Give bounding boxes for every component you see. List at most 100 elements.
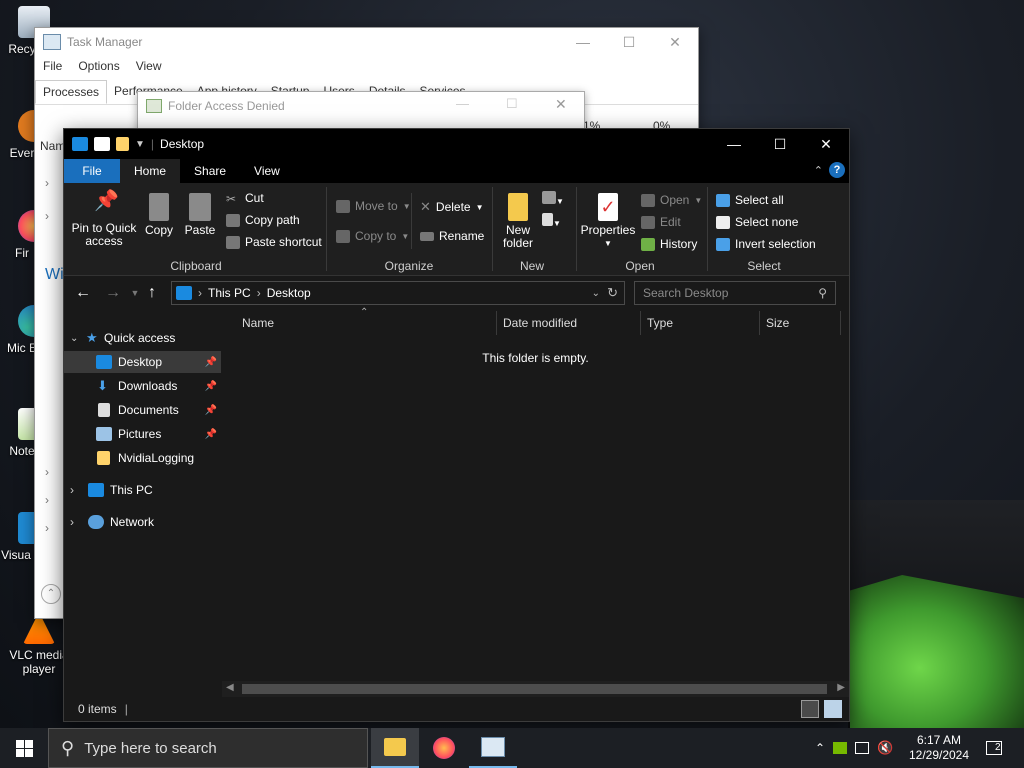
column-header-name[interactable]: Name	[242, 311, 274, 335]
pin-icon[interactable]: 📌	[205, 405, 217, 416]
easy-access-button[interactable]: ▼	[542, 213, 561, 229]
column-header-type[interactable]: Type	[647, 311, 673, 335]
expand-chevron-icon[interactable]: ›	[70, 515, 82, 529]
explorer-close-button[interactable]: ✕	[803, 129, 849, 159]
nav-pictures[interactable]: Pictures 📌	[64, 423, 221, 445]
rename-button[interactable]: Rename	[420, 229, 484, 243]
task-manager-maximize-button[interactable]: ☐	[606, 28, 652, 56]
select-none-button[interactable]: Select none	[716, 215, 798, 229]
start-button[interactable]	[0, 728, 48, 768]
select-all-button[interactable]: Select all	[716, 193, 784, 207]
column-divider[interactable]	[640, 311, 641, 335]
new-folder-button[interactable]: New folder	[496, 193, 540, 250]
paste-button[interactable]: Paste	[182, 193, 218, 237]
nav-network[interactable]: › Network	[64, 511, 221, 533]
tm-expand-chevron-icon[interactable]: ›	[45, 465, 49, 479]
network-icon[interactable]	[855, 742, 870, 754]
details-view-icon[interactable]	[801, 700, 819, 718]
column-divider[interactable]	[840, 311, 841, 335]
ribbon-collapse-chevron-icon[interactable]: ⌃	[814, 164, 823, 177]
nav-quick-access[interactable]: ⌄ ★ Quick access	[64, 327, 221, 349]
horizontal-scrollbar[interactable]: ◀ ▶	[222, 681, 849, 697]
volume-muted-icon[interactable]: 🔇	[877, 740, 893, 756]
ribbon-tab-file[interactable]: File	[64, 159, 120, 183]
recent-locations-chevron-icon[interactable]: ▼	[128, 288, 142, 298]
nav-desktop[interactable]: Desktop 📌	[64, 351, 221, 373]
scroll-right-icon[interactable]: ▶	[837, 682, 845, 693]
pin-to-quick-access-button[interactable]: 📌 Pin to Quick access	[68, 191, 140, 248]
nav-downloads[interactable]: ⬇ Downloads 📌	[64, 375, 221, 397]
tm-menu-file[interactable]: File	[43, 59, 62, 73]
tm-expand-chevron-icon[interactable]: ›	[45, 521, 49, 535]
column-header-date-modified[interactable]: Date modified	[503, 311, 577, 335]
ribbon-tab-view[interactable]: View	[240, 159, 294, 183]
expand-chevron-icon[interactable]: ›	[70, 483, 82, 497]
tm-expand-chevron-icon[interactable]: ›	[45, 209, 49, 223]
collapse-chevron-icon[interactable]: ⌄	[70, 333, 82, 344]
taskbar-firefox[interactable]	[420, 728, 468, 768]
copy-to-button[interactable]: Copy to ▼	[336, 229, 409, 243]
taskbar-file-explorer[interactable]	[371, 728, 419, 768]
nav-this-pc[interactable]: › This PC	[64, 479, 221, 501]
copy-path-button[interactable]: Copy path	[226, 213, 300, 227]
open-button[interactable]: Open ▼	[641, 193, 702, 207]
task-manager-close-button[interactable]: ✕	[652, 28, 698, 56]
tm-menu-view[interactable]: View	[136, 59, 162, 73]
taskbar-task-manager[interactable]	[469, 728, 517, 768]
nav-documents[interactable]: Documents 📌	[64, 399, 221, 421]
pin-icon[interactable]: 📌	[205, 357, 217, 368]
task-manager-minimize-button[interactable]: —	[560, 28, 606, 56]
breadcrumb-desktop[interactable]: Desktop	[267, 286, 311, 300]
pin-icon[interactable]: 📌	[205, 429, 217, 440]
fad-close-button[interactable]: ✕	[555, 96, 567, 113]
forward-arrow-icon[interactable]: →	[98, 284, 128, 302]
history-button[interactable]: History	[641, 237, 697, 251]
tm-column-name[interactable]: Nam	[40, 139, 65, 153]
tm-expand-chevron-icon[interactable]: ›	[45, 176, 49, 190]
fad-minimize-button[interactable]: —	[456, 96, 469, 111]
address-history-chevron-icon[interactable]: ⌄	[592, 288, 600, 299]
cut-button[interactable]: ✂ Cut	[226, 191, 264, 206]
column-divider[interactable]	[759, 311, 760, 335]
ribbon-tab-home[interactable]: Home	[120, 159, 181, 183]
breadcrumb-this-pc[interactable]: This PC	[208, 286, 251, 300]
move-to-button[interactable]: Move to ▼	[336, 199, 411, 213]
address-bar[interactable]: › This PC › Desktop ⌄ ↻	[171, 281, 625, 305]
search-input[interactable]: Search Desktop	[643, 286, 728, 300]
new-folder-quick-icon[interactable]	[116, 137, 129, 151]
up-arrow-icon[interactable]: ↑	[142, 284, 162, 302]
clock[interactable]: 6:17 AM 12/29/2024	[906, 728, 972, 768]
nvidia-icon[interactable]	[833, 742, 848, 754]
column-divider[interactable]	[496, 311, 497, 335]
pin-icon[interactable]: 📌	[205, 381, 217, 392]
back-arrow-icon[interactable]: ←	[68, 284, 98, 302]
tm-tab-processes[interactable]: Processes	[35, 80, 108, 104]
properties-quick-icon[interactable]	[94, 137, 110, 151]
help-icon[interactable]: ?	[829, 162, 845, 178]
delete-button[interactable]: ✕ Delete ▼	[420, 199, 484, 215]
file-list[interactable]: ⌃ Name Date modified Type Size This fold…	[222, 307, 849, 681]
scroll-left-icon[interactable]: ◀	[226, 682, 234, 693]
search-box[interactable]: Search Desktop ⚲	[634, 281, 836, 305]
horizontal-scrollbar-thumb[interactable]	[242, 684, 827, 694]
properties-button[interactable]: ✓ Properties ▼	[578, 193, 638, 250]
taskbar-search-input[interactable]: Type here to search	[84, 740, 217, 757]
explorer-minimize-button[interactable]: —	[711, 129, 757, 159]
edit-button[interactable]: Edit	[641, 215, 681, 229]
tm-expand-chevron-icon[interactable]: ›	[45, 493, 49, 507]
new-item-button[interactable]: ▼	[542, 191, 564, 207]
file-explorer-window[interactable]: ▼ | Desktop — ☐ ✕ File Home Share View ⌃…	[63, 128, 850, 722]
notification-center-button[interactable]: 2	[982, 728, 1006, 768]
paste-shortcut-button[interactable]: Paste shortcut	[226, 235, 322, 249]
copy-button[interactable]: Copy	[142, 193, 176, 237]
taskbar-search-box[interactable]: ⚲ Type here to search	[48, 728, 368, 768]
large-icons-view-icon[interactable]	[824, 700, 842, 718]
ribbon-tab-share[interactable]: Share	[180, 159, 240, 183]
refresh-icon[interactable]: ↻	[607, 285, 618, 301]
tm-menu-options[interactable]: Options	[78, 59, 119, 73]
properties-dropdown-chevron-icon[interactable]: ▼	[578, 237, 638, 250]
search-icon[interactable]: ⚲	[818, 286, 827, 300]
tm-fewer-details-icon[interactable]: ⌃	[41, 584, 61, 604]
explorer-maximize-button[interactable]: ☐	[757, 129, 803, 159]
column-header-size[interactable]: Size	[766, 311, 789, 335]
